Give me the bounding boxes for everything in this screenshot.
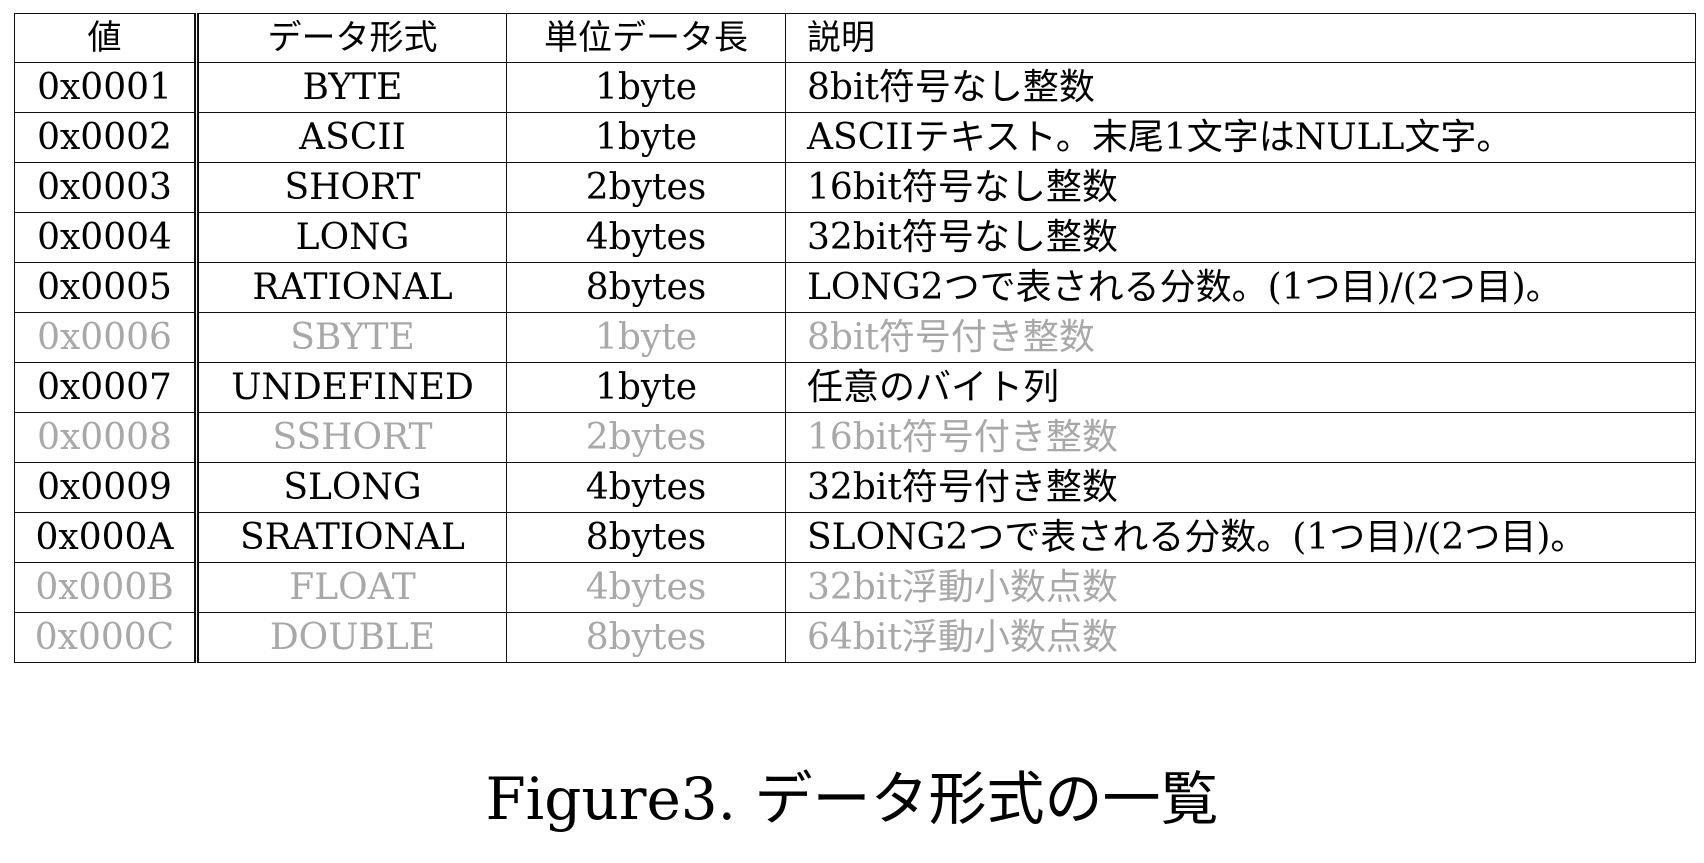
cell-format: SBYTE	[196, 312, 507, 363]
cell-format: LONG	[196, 212, 507, 263]
cell-description: 32bit符号付き整数	[785, 462, 1696, 513]
cell-unit-length: 4bytes	[506, 462, 786, 513]
cell-unit-length: 2bytes	[506, 412, 786, 463]
cell-description: 32bit浮動小数点数	[785, 562, 1696, 613]
cell-description: LONG2つで表される分数。(1つ目)/(2つ目)。	[785, 262, 1696, 313]
table-row: 0x0006 SBYTE 1byte 8bit符号付き整数	[14, 312, 1696, 363]
cell-format: SLONG	[196, 462, 507, 513]
cell-description: SLONG2つで表される分数。(1つ目)/(2つ目)。	[785, 512, 1696, 563]
cell-value: 0x000B	[14, 562, 199, 613]
header-value: 値	[14, 13, 199, 63]
cell-unit-length: 8bytes	[506, 512, 786, 563]
table-row: 0x0002 ASCII 1byte ASCIIテキスト。末尾1文字はNULL文…	[14, 112, 1696, 163]
cell-value: 0x000C	[14, 612, 199, 663]
cell-description: 8bit符号付き整数	[785, 312, 1696, 363]
cell-unit-length: 1byte	[506, 362, 786, 413]
header-description: 説明	[785, 13, 1696, 63]
table-row: 0x0009 SLONG 4bytes 32bit符号付き整数	[14, 462, 1696, 513]
cell-unit-length: 8bytes	[506, 262, 786, 313]
cell-description: 16bit符号付き整数	[785, 412, 1696, 463]
cell-format: UNDEFINED	[196, 362, 507, 413]
cell-description: 32bit符号なし整数	[785, 212, 1696, 263]
table-row: 0x0003 SHORT 2bytes 16bit符号なし整数	[14, 162, 1696, 213]
table-row: 0x000C DOUBLE 8bytes 64bit浮動小数点数	[14, 612, 1696, 663]
cell-value: 0x0003	[14, 162, 199, 213]
cell-value: 0x000A	[14, 512, 199, 563]
document-page: 値 データ形式 単位データ長 説明 0x0001 BYTE 1byte 8bit…	[0, 0, 1704, 863]
table-body: 0x0001 BYTE 1byte 8bit符号なし整数 0x0002 ASCI…	[14, 62, 1696, 663]
figure-caption: Figure3. データ形式の一覧	[485, 765, 1219, 833]
cell-description: 8bit符号なし整数	[785, 62, 1696, 113]
cell-format: FLOAT	[196, 562, 507, 613]
table-row: 0x0001 BYTE 1byte 8bit符号なし整数	[14, 62, 1696, 113]
table-row: 0x0004 LONG 4bytes 32bit符号なし整数	[14, 212, 1696, 263]
cell-value: 0x0006	[14, 312, 199, 363]
cell-format: RATIONAL	[196, 262, 507, 313]
cell-format: SSHORT	[196, 412, 507, 463]
cell-value: 0x0009	[14, 462, 199, 513]
cell-description: ASCIIテキスト。末尾1文字はNULL文字。	[785, 112, 1696, 163]
cell-format: ASCII	[196, 112, 507, 163]
cell-value: 0x0002	[14, 112, 199, 163]
table-row: 0x0005 RATIONAL 8bytes LONG2つで表される分数。(1つ…	[14, 262, 1696, 313]
cell-value: 0x0005	[14, 262, 199, 313]
header-unit-length: 単位データ長	[506, 13, 786, 63]
cell-format: DOUBLE	[196, 612, 507, 663]
cell-value: 0x0001	[14, 62, 199, 113]
table-row: 0x000B FLOAT 4bytes 32bit浮動小数点数	[14, 562, 1696, 613]
cell-description: 64bit浮動小数点数	[785, 612, 1696, 663]
cell-format: SRATIONAL	[196, 512, 507, 563]
cell-format: SHORT	[196, 162, 507, 213]
table-header-row: 値 データ形式 単位データ長 説明	[14, 13, 1696, 63]
cell-value: 0x0007	[14, 362, 199, 413]
table-row: 0x0008 SSHORT 2bytes 16bit符号付き整数	[14, 412, 1696, 463]
table-row: 0x0007 UNDEFINED 1byte 任意のバイト列	[14, 362, 1696, 413]
cell-value: 0x0008	[14, 412, 199, 463]
cell-unit-length: 1byte	[506, 312, 786, 363]
cell-unit-length: 4bytes	[506, 562, 786, 613]
cell-description: 16bit符号なし整数	[785, 162, 1696, 213]
cell-unit-length: 2bytes	[506, 162, 786, 213]
table-row: 0x000A SRATIONAL 8bytes SLONG2つで表される分数。(…	[14, 512, 1696, 563]
cell-format: BYTE	[196, 62, 507, 113]
cell-unit-length: 1byte	[506, 62, 786, 113]
header-format: データ形式	[196, 13, 507, 63]
data-format-table: 値 データ形式 単位データ長 説明 0x0001 BYTE 1byte 8bit…	[14, 13, 1696, 663]
cell-description: 任意のバイト列	[785, 362, 1696, 413]
cell-unit-length: 1byte	[506, 112, 786, 163]
cell-unit-length: 4bytes	[506, 212, 786, 263]
cell-value: 0x0004	[14, 212, 199, 263]
cell-unit-length: 8bytes	[506, 612, 786, 663]
